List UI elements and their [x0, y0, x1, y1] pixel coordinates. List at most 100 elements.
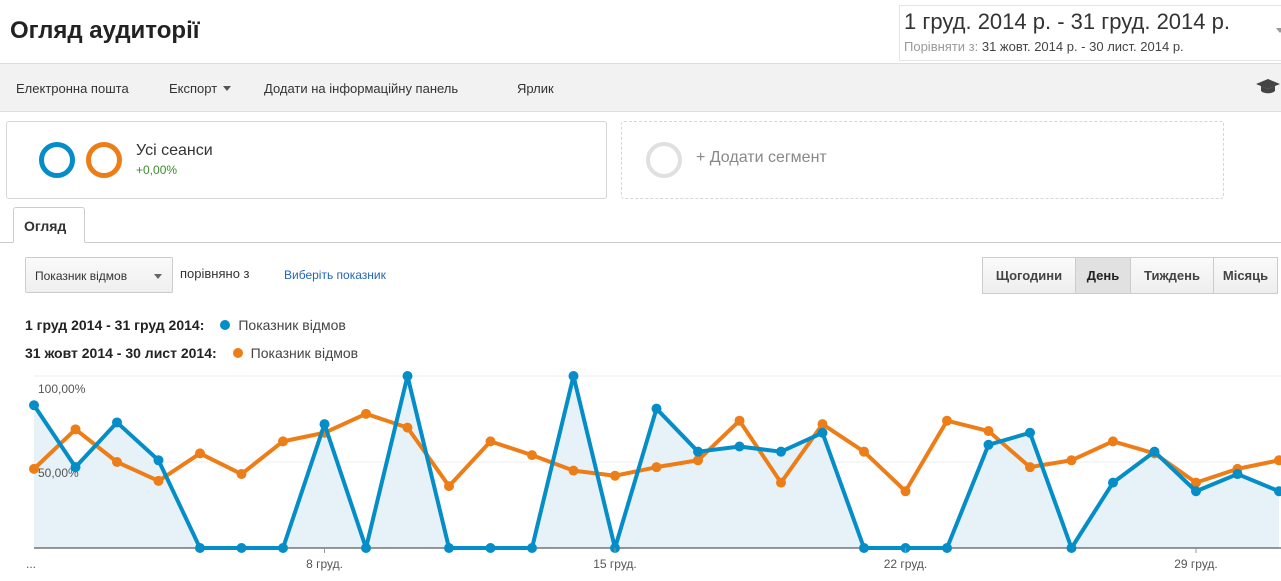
- date-range-picker[interactable]: 1 груд. 2014 р. - 31 груд. 2014 р. Порів…: [899, 5, 1281, 61]
- data-point-previous: [1274, 455, 1281, 466]
- data-point-previous: [568, 465, 579, 476]
- data-point-current: [983, 439, 994, 450]
- data-point-previous: [402, 422, 413, 433]
- data-point-current: [1191, 486, 1201, 497]
- export-label: Експорт: [169, 81, 218, 96]
- data-point-current: [29, 400, 39, 411]
- chevron-down-icon[interactable]: [1276, 28, 1281, 33]
- data-point-current: [776, 446, 786, 457]
- data-point-current: [361, 543, 371, 553]
- legend-current-range: 1 груд 2014 - 31 груд 2014:: [25, 317, 205, 333]
- data-point-previous: [900, 486, 911, 497]
- data-point-current: [942, 543, 952, 553]
- page-title: Огляд аудиторії: [10, 17, 200, 44]
- legend-current-dot: [220, 320, 231, 330]
- data-point-previous: [153, 475, 164, 486]
- data-point-previous: [859, 446, 869, 457]
- data-point-previous: [817, 419, 828, 430]
- month-button[interactable]: Місяць: [1213, 257, 1278, 294]
- data-point-previous: [651, 462, 662, 473]
- data-point-current: [319, 419, 330, 430]
- segment-change: +0,00%: [136, 163, 178, 177]
- x-tick-label: 29 груд.: [1174, 557, 1218, 571]
- data-point-current: [651, 403, 662, 414]
- data-point-previous: [70, 424, 81, 435]
- data-point-current: [527, 543, 537, 553]
- export-menu[interactable]: Експорт: [169, 81, 232, 96]
- data-point-previous: [278, 436, 288, 447]
- data-point-previous: [942, 415, 952, 426]
- data-point-current: [817, 427, 828, 438]
- empty-segment-ring-icon: [646, 142, 682, 178]
- data-point-previous: [236, 469, 247, 480]
- data-point-current: [236, 543, 247, 553]
- x-tick-label: 8 груд.: [306, 557, 343, 571]
- data-point-current: [1025, 427, 1035, 438]
- data-point-current: [1149, 446, 1160, 457]
- legend-previous-range: 31 жовт 2014 - 30 лист 2014:: [25, 345, 217, 361]
- x-tick-label: ...: [26, 557, 36, 571]
- x-tick-label: 22 груд.: [884, 557, 928, 571]
- bounce-rate-chart[interactable]: 100,00%50,00%... 8 груд. 15 груд. 22 груд. 2…: [0, 360, 1281, 581]
- data-point-previous: [1108, 436, 1118, 447]
- granularity-buttons: Щогодини День Тиждень Місяць: [982, 257, 1278, 294]
- chevron-down-icon: [223, 86, 232, 91]
- data-point-previous: [195, 448, 205, 459]
- graduation-cap-icon[interactable]: [1255, 77, 1281, 97]
- data-point-current: [1108, 477, 1118, 488]
- legend-current: 1 груд 2014 - 31 груд 2014: Показник відм…: [25, 317, 346, 333]
- data-point-current: [70, 462, 81, 473]
- metric-select[interactable]: Показник відмов: [25, 257, 173, 293]
- legend-previous: 31 жовт 2014 - 30 лист 2014: Показник від…: [25, 345, 358, 361]
- data-point-previous: [610, 470, 620, 481]
- data-point-current: [153, 455, 164, 466]
- data-point-previous: [1066, 455, 1077, 466]
- data-point-previous: [734, 415, 745, 426]
- add-segment-label: + Додати сегмент: [696, 149, 827, 166]
- data-point-current: [693, 446, 703, 457]
- chevron-down-icon: [154, 274, 162, 279]
- data-point-previous: [527, 450, 537, 461]
- data-point-previous: [361, 408, 371, 419]
- day-button[interactable]: День: [1075, 257, 1131, 294]
- data-point-current: [568, 371, 579, 381]
- segment-all-sessions[interactable]: Усі сеанси +0,00%: [6, 121, 607, 199]
- data-point-current: [734, 441, 745, 452]
- data-point-previous: [1025, 462, 1035, 473]
- legend-previous-metric: Показник відмов: [250, 345, 359, 361]
- data-point-previous: [112, 457, 122, 467]
- shortcut-button[interactable]: Ярлик: [517, 81, 554, 96]
- data-point-current: [1066, 543, 1077, 553]
- segment-name: Усі сеанси: [136, 142, 213, 159]
- metric-select-label: Показник відмов: [35, 269, 128, 283]
- data-point-current: [444, 543, 454, 553]
- add-segment-button[interactable]: + Додати сегмент: [621, 121, 1224, 199]
- x-tick-label: 15 груд.: [593, 557, 637, 571]
- data-point-current: [485, 543, 496, 553]
- data-point-previous: [29, 463, 39, 474]
- week-button[interactable]: Тиждень: [1130, 257, 1214, 294]
- date-range-label: 1 груд. 2014 р. - 31 груд. 2014 р.: [904, 9, 1230, 34]
- data-point-previous: [776, 477, 786, 488]
- legend-current-metric: Показник відмов: [238, 317, 346, 333]
- report-toolbar: Електронна пошта Експорт Додати на інфор…: [0, 63, 1281, 112]
- hourly-button[interactable]: Щогодини: [982, 257, 1076, 294]
- data-point-current: [402, 371, 413, 381]
- data-point-previous: [693, 455, 703, 466]
- compare-range: Порівняти з: 31 жовт. 2014 р. - 30 лист.…: [904, 39, 1184, 54]
- add-to-dashboard-button[interactable]: Додати на інформаційну панель: [264, 81, 458, 96]
- segment-rings-icon: [39, 142, 122, 178]
- compared-with-label: порівняно з: [180, 266, 250, 281]
- data-point-current: [112, 417, 122, 428]
- data-point-previous: [485, 436, 496, 447]
- data-point-current: [859, 543, 869, 553]
- select-metric-link[interactable]: Виберіть показник: [284, 268, 386, 282]
- data-point-previous: [444, 481, 454, 492]
- email-button[interactable]: Електронна пошта: [16, 81, 129, 96]
- tab-overview[interactable]: Огляд: [13, 207, 85, 243]
- tab-divider: [0, 242, 1281, 243]
- data-point-current: [1232, 469, 1243, 480]
- data-point-current: [278, 543, 288, 553]
- y-tick-label: 100,00%: [38, 382, 86, 396]
- data-point-previous: [983, 426, 994, 437]
